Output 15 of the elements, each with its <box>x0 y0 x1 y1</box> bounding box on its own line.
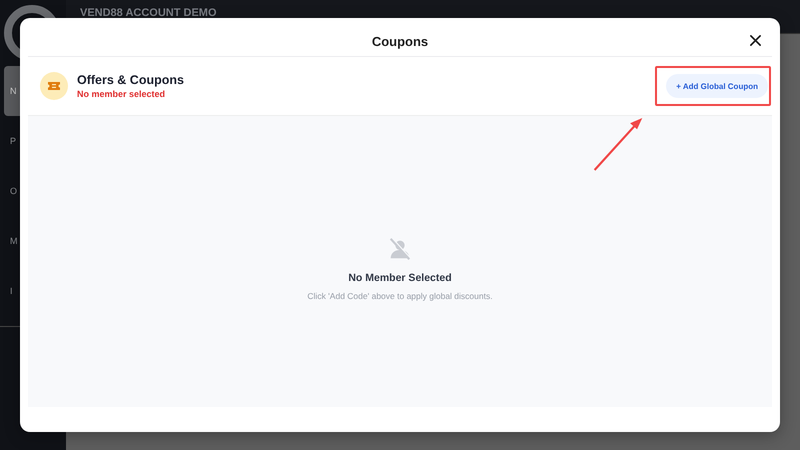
sidebar-item[interactable]: O <box>4 166 20 216</box>
account-title: VEND88 ACCOUNT DEMO <box>80 7 216 19</box>
user-off-icon <box>387 236 413 262</box>
sidebar-item[interactable]: P <box>4 116 20 166</box>
section-title: Offers & Coupons <box>77 73 184 87</box>
sidebar-item[interactable]: I <box>4 266 20 316</box>
dialog-title: Coupons <box>372 34 428 48</box>
close-icon[interactable] <box>749 34 762 47</box>
status-text: No member selected <box>77 89 166 99</box>
add-coupon-button[interactable]: + Add Global Coupon <box>666 74 768 98</box>
empty-message: Click 'Add Code' above to apply global discounts. <box>307 291 493 301</box>
sidebar-item[interactable]: N <box>4 66 20 116</box>
ticket-icon <box>40 72 68 100</box>
empty-title: No Member Selected <box>348 272 452 284</box>
sidebar-item[interactable]: M <box>4 216 20 266</box>
